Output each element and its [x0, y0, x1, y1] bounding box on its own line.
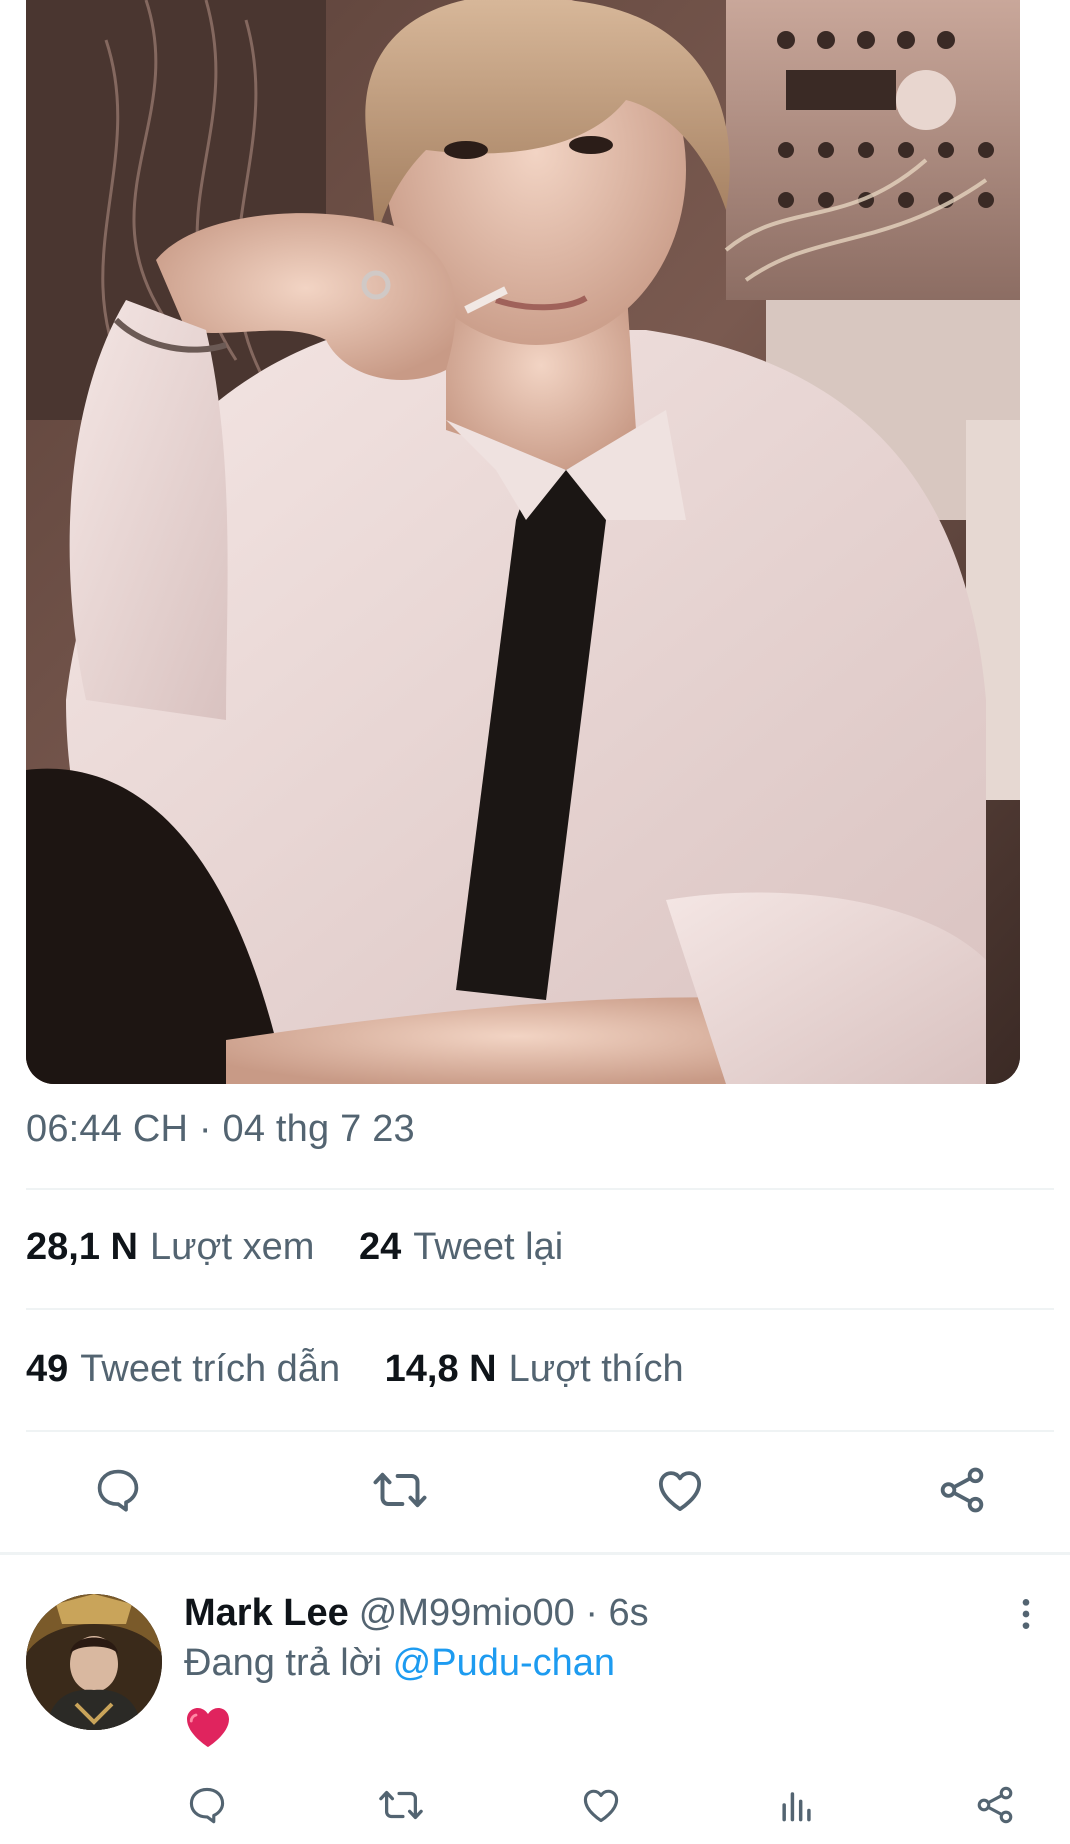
replying-to-prefix: Đang trả lời — [184, 1642, 383, 1684]
stat-views[interactable]: 28,1 N Lượt xem — [26, 1226, 314, 1269]
reply-author-handle[interactable]: @M99mio00 — [359, 1592, 575, 1634]
replying-to: Đang trả lời @Pudu-chan — [184, 1642, 615, 1685]
divider — [26, 1308, 1054, 1310]
reply-time[interactable]: · 6s — [585, 1592, 648, 1634]
reply-button[interactable] — [90, 1462, 146, 1518]
reply-share-button[interactable] — [972, 1782, 1018, 1828]
replying-to-mention[interactable]: @Pudu-chan — [393, 1642, 615, 1684]
stat-quotes[interactable]: 49 Tweet trích dẫn — [26, 1348, 340, 1391]
stats-row-quotes-likes: 49 Tweet trích dẫn 14,8 N Lượt thích — [26, 1348, 718, 1391]
share-button[interactable] — [934, 1462, 990, 1518]
retweet-icon — [379, 1790, 423, 1820]
reply-reply-button[interactable] — [184, 1782, 230, 1828]
section-divider — [0, 1552, 1070, 1555]
reply-action-bar — [0, 1782, 1070, 1832]
reply-author-name[interactable]: Mark Lee — [184, 1592, 349, 1634]
red-heart-icon — [187, 1708, 229, 1747]
heart-icon — [658, 1471, 702, 1512]
heart-emoji — [184, 1704, 232, 1750]
reply-icon — [97, 1469, 139, 1512]
analytics-icon — [782, 1792, 811, 1822]
reply-icon — [189, 1787, 225, 1824]
avatar[interactable] — [26, 1594, 162, 1730]
stat-quotes-label: Tweet trích dẫn — [80, 1348, 341, 1390]
reply-retweet-button[interactable] — [378, 1782, 424, 1828]
reply-like-button[interactable] — [578, 1782, 624, 1828]
retweet-button[interactable] — [372, 1462, 428, 1518]
like-button[interactable] — [652, 1462, 708, 1518]
stat-views-count: 28,1 N — [26, 1226, 138, 1268]
stat-likes-label: Lượt thích — [508, 1348, 684, 1390]
stat-retweets[interactable]: 24 Tweet lại — [359, 1226, 563, 1269]
more-vertical-icon — [1022, 1599, 1030, 1629]
avatar-image — [26, 1594, 162, 1730]
retweet-icon — [373, 1472, 427, 1508]
stat-likes-count: 14,8 N — [384, 1348, 497, 1390]
stat-retweets-label: Tweet lại — [413, 1226, 564, 1268]
heart-icon — [583, 1789, 619, 1823]
tweet-timestamp[interactable]: 06:44 CH · 04 thg 7 23 — [26, 1108, 415, 1151]
share-icon — [977, 1786, 1013, 1824]
divider — [26, 1430, 1054, 1432]
stat-views-label: Lượt xem — [149, 1226, 315, 1268]
more-options-button[interactable] — [1006, 1594, 1046, 1634]
stats-row-views-retweets: 28,1 N Lượt xem 24 Tweet lại — [26, 1226, 597, 1269]
divider — [26, 1188, 1054, 1190]
stat-likes[interactable]: 14,8 N Lượt thích — [385, 1348, 684, 1391]
reply-analytics-button[interactable] — [774, 1782, 820, 1828]
stat-retweets-count: 24 — [358, 1226, 402, 1268]
reply-tweet[interactable]: Mark Lee @M99mio00 · 6s Đang trả lời @Pud… — [0, 1580, 1070, 1844]
stat-quotes-count: 49 — [26, 1348, 69, 1390]
tweet-action-bar — [0, 1462, 1070, 1524]
tweet-photo[interactable] — [26, 0, 1020, 1084]
tweet-photo-image — [26, 0, 1020, 1084]
reply-header: Mark Lee @M99mio00 · 6s — [184, 1592, 649, 1635]
share-icon — [940, 1467, 984, 1513]
